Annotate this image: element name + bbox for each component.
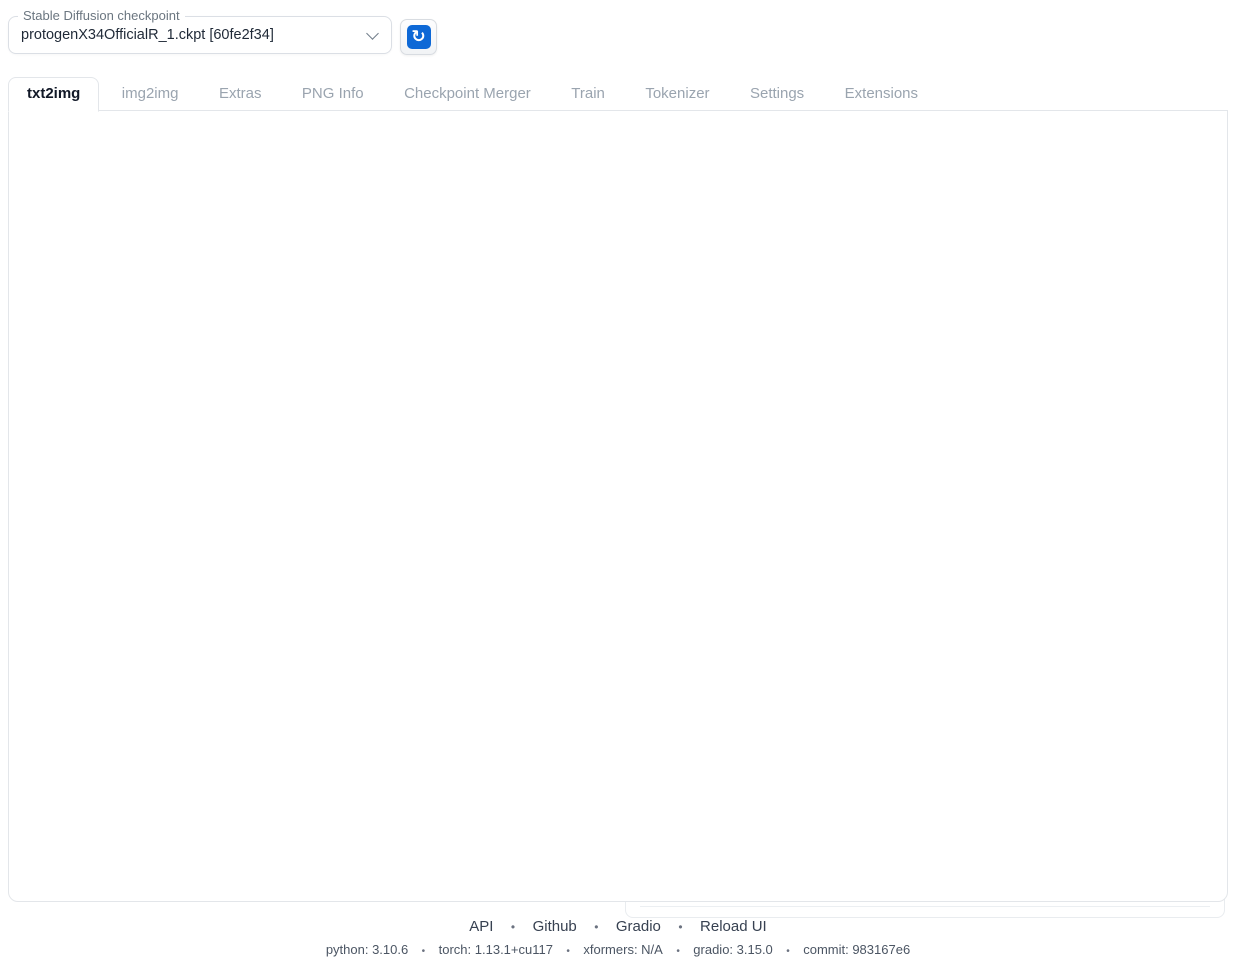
checkpoint-value: protogenX34OfficialR_1.ckpt [60fe2f34] bbox=[9, 27, 368, 43]
checkpoint-label: Stable Diffusion checkpoint bbox=[18, 8, 185, 23]
tab-extensions[interactable]: Extensions bbox=[827, 78, 936, 111]
tab-checkpoint-merger[interactable]: Checkpoint Merger bbox=[386, 78, 549, 111]
tab-img2img[interactable]: img2img bbox=[104, 78, 197, 111]
stable-diffusion-webui: Stable Diffusion checkpoint protogenX34O… bbox=[0, 0, 1236, 966]
refresh-checkpoints-button[interactable]: ↻ bbox=[400, 19, 437, 55]
tab-train[interactable]: Train bbox=[553, 78, 623, 111]
api-link[interactable]: API bbox=[469, 918, 493, 935]
footer: API • Github • Gradio • Reload UI python… bbox=[0, 918, 1236, 959]
tab-extras[interactable]: Extras bbox=[201, 78, 280, 111]
gradio-link[interactable]: Gradio bbox=[616, 918, 661, 935]
tab-tokenizer[interactable]: Tokenizer bbox=[627, 78, 727, 111]
main-tabbar: txt2img img2img Extras PNG Info Checkpoi… bbox=[8, 77, 936, 112]
footer-version-info: python: 3.10.6 • torch: 1.13.1+cu117 • x… bbox=[0, 941, 1236, 959]
refresh-icon: ↻ bbox=[407, 25, 431, 49]
checkpoint-select[interactable]: Stable Diffusion checkpoint protogenX34O… bbox=[8, 16, 392, 54]
tab-txt2img[interactable]: txt2img bbox=[8, 77, 99, 112]
tab-png-info[interactable]: PNG Info bbox=[284, 78, 382, 111]
footer-links: API • Github • Gradio • Reload UI bbox=[0, 918, 1236, 936]
chevron-down-icon bbox=[366, 27, 379, 40]
txt2img-panel bbox=[8, 110, 1228, 902]
reload-ui-link[interactable]: Reload UI bbox=[700, 918, 767, 935]
github-link[interactable]: Github bbox=[533, 918, 577, 935]
tab-settings[interactable]: Settings bbox=[732, 78, 822, 111]
